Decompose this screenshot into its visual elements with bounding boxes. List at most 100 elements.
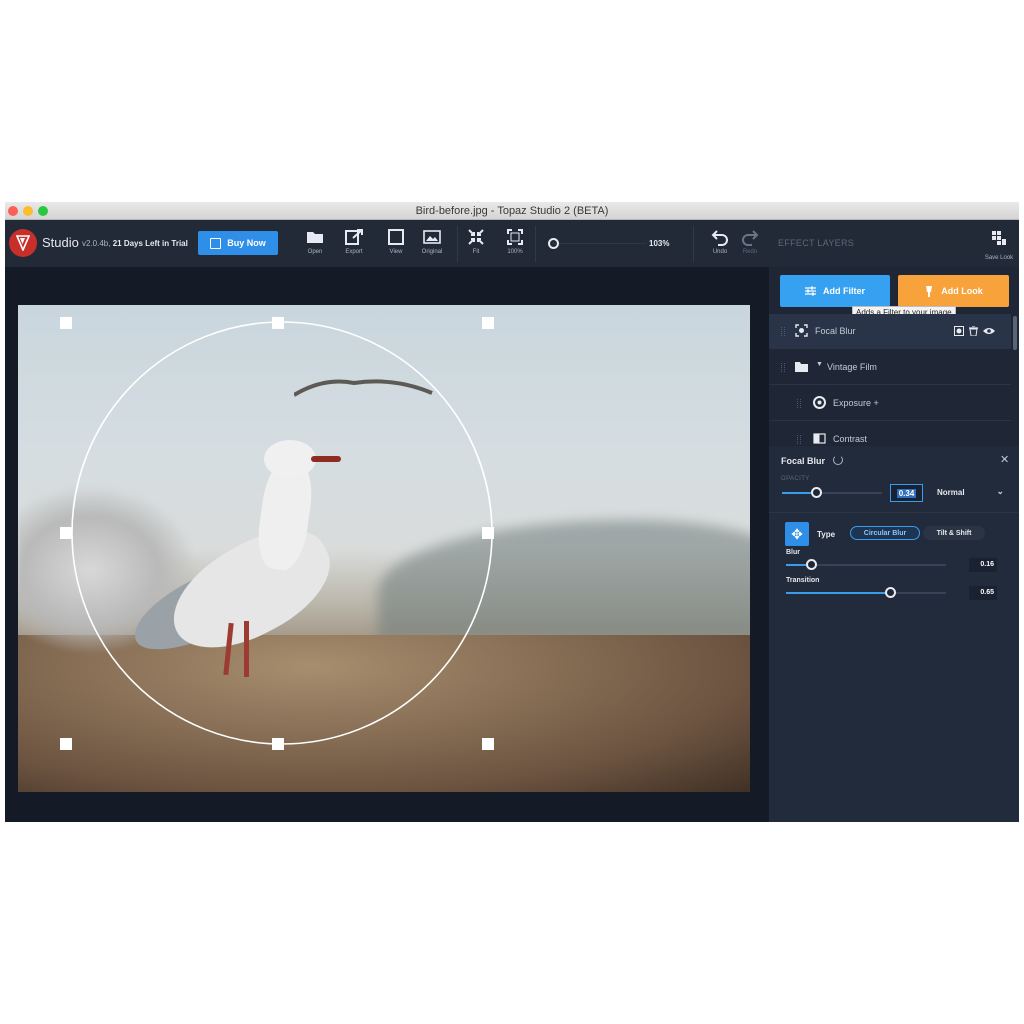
folder-icon <box>795 362 808 372</box>
focal-circle[interactable] <box>71 321 493 745</box>
layer-name: Contrast <box>833 434 868 444</box>
layer-focal-blur[interactable]: Focal Blur <box>769 314 1011 349</box>
image-icon <box>423 230 441 244</box>
original-button[interactable]: Original <box>415 228 449 255</box>
opacity-input[interactable]: 0.34 <box>890 484 923 502</box>
transition-label: Transition <box>786 577 820 584</box>
aperture-icon <box>813 396 826 409</box>
add-filter-label: Add Filter <box>823 286 865 296</box>
fit-label: Fit <box>472 249 480 255</box>
toolbar-divider <box>693 226 694 262</box>
fullsize-icon <box>507 229 523 245</box>
trial-status: 21 Days Left in Trial <box>112 239 188 248</box>
main-toolbar: Studio v2.0.4b, 21 Days Left in Trial Bu… <box>5 220 769 267</box>
zoom-value: 103% <box>649 239 670 248</box>
fit-icon <box>468 229 484 245</box>
focal-handle-top-left[interactable] <box>60 317 72 329</box>
reset-icon[interactable] <box>833 455 843 465</box>
add-look-label: Add Look <box>941 286 983 296</box>
undo-icon <box>711 230 728 246</box>
focal-handle-right[interactable] <box>482 527 494 539</box>
panel-header: EFFECT LAYERS Save Look <box>769 220 1019 267</box>
version-info: v2.0.4b, 21 Days Left in Trial <box>82 239 188 248</box>
focal-blur-icon <box>795 324 808 337</box>
open-button[interactable]: Open <box>298 228 332 255</box>
panel-title: EFFECT LAYERS <box>778 238 855 248</box>
focal-handle-top-right[interactable] <box>482 317 494 329</box>
topaz-logo-icon <box>9 229 37 257</box>
opacity-slider[interactable] <box>782 492 882 494</box>
undo-label: Undo <box>712 249 728 255</box>
chevron-down-icon: ⌄ <box>996 486 1004 496</box>
filter-title: Focal Blur <box>781 456 826 466</box>
close-icon[interactable]: ✕ <box>1000 453 1009 466</box>
redo-label: Redo <box>742 249 758 255</box>
focal-handle-top[interactable] <box>272 317 284 329</box>
drag-handle-icon[interactable] <box>781 363 785 372</box>
eye-icon[interactable] <box>983 327 995 335</box>
version-number: v2.0.4b, <box>82 239 111 248</box>
blend-mode-value: Normal <box>937 488 965 497</box>
chevron-down-icon[interactable]: ▼ <box>816 361 823 368</box>
save-look-icon <box>992 231 1006 245</box>
filter-properties: Focal Blur ✕ OPACITY 0.34 Normal ⌄ ✥ Typ… <box>769 446 1019 822</box>
circular-blur-option[interactable]: Circular Blur <box>850 526 920 540</box>
opacity-slider-handle[interactable] <box>810 487 822 498</box>
blur-value[interactable]: 0.16 <box>969 558 997 572</box>
redo-icon <box>742 230 759 246</box>
redo-button[interactable]: Redo <box>733 228 767 255</box>
drag-handle-icon[interactable] <box>781 327 785 336</box>
add-filter-button[interactable]: Add Filter <box>780 275 890 307</box>
contrast-icon <box>813 433 826 444</box>
drag-handle-icon[interactable] <box>797 399 801 408</box>
add-look-button[interactable]: Add Look <box>898 275 1009 307</box>
export-button[interactable]: Export <box>337 228 371 255</box>
window-title: Bird-before.jpg - Topaz Studio 2 (BETA) <box>415 205 609 217</box>
trash-icon[interactable] <box>969 326 978 336</box>
divider <box>769 512 1019 513</box>
sliders-icon <box>805 286 816 296</box>
opacity-label: OPACITY <box>781 476 810 482</box>
fit-button[interactable]: Fit <box>459 228 493 255</box>
layer-name: Focal Blur <box>815 326 856 336</box>
undo-button[interactable]: Undo <box>703 228 737 255</box>
brand-name: Studio <box>42 235 79 250</box>
buy-now-label: Buy Now <box>227 238 266 248</box>
blur-slider-handle[interactable] <box>806 559 818 570</box>
buy-now-button[interactable]: Buy Now <box>198 231 278 255</box>
zoom-slider-track[interactable] <box>552 243 647 244</box>
layer-vintage-film[interactable]: ▼ Vintage Film <box>769 350 1011 385</box>
fullsize-label: 100% <box>507 249 523 255</box>
title-bar: Bird-before.jpg - Topaz Studio 2 (BETA) <box>5 202 1019 220</box>
save-look-button[interactable]: Save Look <box>982 230 1016 261</box>
view-button[interactable]: View <box>379 228 413 255</box>
tilt-shift-option[interactable]: Tilt & Shift <box>923 526 985 540</box>
transition-slider[interactable] <box>786 592 946 594</box>
transition-value[interactable]: 0.65 <box>969 586 997 600</box>
original-label: Original <box>421 249 443 255</box>
layer-exposure[interactable]: Exposure + <box>769 386 1011 421</box>
blend-mode-select[interactable]: Normal ⌄ <box>929 484 1009 502</box>
focal-handle-left[interactable] <box>60 527 72 539</box>
export-label: Export <box>345 249 363 255</box>
folder-icon <box>307 232 323 243</box>
layer-list-scrollbar[interactable] <box>1013 316 1017 350</box>
zoom-slider-handle[interactable] <box>548 238 559 249</box>
image-canvas[interactable] <box>5 267 769 822</box>
effect-layers-panel: EFFECT LAYERS Save Look Add Filter Add L… <box>769 220 1019 822</box>
layer-name: Vintage Film <box>827 362 877 372</box>
save-look-label: Save Look <box>984 255 1014 261</box>
move-icon[interactable]: ✥ <box>785 522 809 546</box>
blur-label: Blur <box>786 549 800 556</box>
fullsize-button[interactable]: 100% <box>498 228 532 255</box>
transition-slider-handle[interactable] <box>884 587 896 598</box>
focal-handle-bottom[interactable] <box>272 738 284 750</box>
focal-handle-bottom-left[interactable] <box>60 738 72 750</box>
transition-fill <box>786 592 890 594</box>
view-label: View <box>389 249 403 255</box>
view-icon <box>388 229 404 245</box>
focal-handle-bottom-right[interactable] <box>482 738 494 750</box>
layer-name: Exposure + <box>833 398 879 408</box>
drag-handle-icon[interactable] <box>797 435 801 444</box>
mask-icon[interactable] <box>954 326 964 336</box>
